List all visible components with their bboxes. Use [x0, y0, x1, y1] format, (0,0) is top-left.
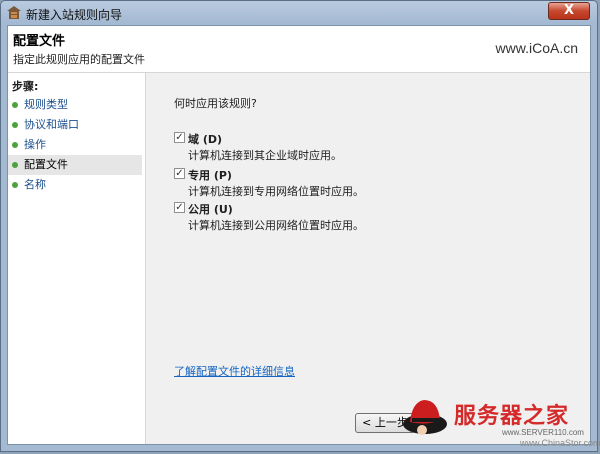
question-text: 何时应用该规则? [174, 97, 257, 110]
wizard-client: 配置文件 指定此规则应用的配置文件 www.iCoA.cn 步骤: 规则类型 协… [7, 25, 591, 445]
domain-description: 计算机连接到其企业域时应用。 [188, 149, 342, 162]
close-button[interactable]: X [548, 2, 590, 20]
step-label: 名称 [24, 178, 46, 191]
step-label: 配置文件 [24, 158, 68, 171]
steps-heading: 步骤: [12, 80, 39, 93]
logo-watermark: 服务器之家 www.SERVER110.com www.ChinaStor.co… [402, 394, 600, 452]
step-label: 规则类型 [24, 98, 68, 111]
domain-label[interactable]: 域 (D) [188, 131, 222, 147]
step-dot-icon [12, 182, 18, 188]
step-label: 协议和端口 [24, 118, 79, 131]
private-description: 计算机连接到专用网络位置时应用。 [188, 185, 364, 198]
window-title: 新建入站规则向导 [26, 8, 123, 22]
step-rule-type[interactable]: 规则类型 [8, 95, 142, 115]
wizard-header: 配置文件 指定此规则应用的配置文件 www.iCoA.cn [8, 26, 590, 73]
domain-checkbox[interactable]: ✓ [174, 132, 185, 143]
public-label[interactable]: 公用 (U) [188, 201, 233, 217]
step-label: 操作 [24, 138, 46, 151]
step-protocol-ports[interactable]: 协议和端口 [8, 115, 142, 135]
red-hat-logo-icon [403, 400, 447, 435]
step-profile[interactable]: 配置文件 [8, 155, 142, 175]
private-checkbox[interactable]: ✓ [174, 168, 185, 179]
step-name[interactable]: 名称 [8, 175, 142, 195]
site-watermark: www.iCoA.cn [495, 40, 578, 56]
logo-url-2: www.ChinaStor.com [520, 438, 600, 448]
page-subtitle: 指定此规则应用的配置文件 [13, 53, 145, 66]
content-panel: 何时应用该规则? ✓ 域 (D) 计算机连接到其企业域时应用。 ✓ 专用 (P)… [146, 73, 590, 444]
step-dot-icon [12, 102, 18, 108]
step-dot-icon [12, 142, 18, 148]
firewall-icon [7, 6, 21, 19]
logo-url-1: www.SERVER110.com [502, 428, 584, 437]
page-title: 配置文件 [13, 34, 66, 49]
profile-help-link[interactable]: 了解配置文件的详细信息 [174, 363, 295, 379]
step-dot-icon [12, 162, 18, 168]
step-dot-icon [12, 122, 18, 128]
steps-sidebar: 步骤: 规则类型 协议和端口 操作 配置文件 名称 [8, 73, 146, 444]
wizard-window: 新建入站规则向导 X 配置文件 指定此规则应用的配置文件 www.iCoA.cn… [0, 0, 598, 452]
title-bar[interactable]: 新建入站规则向导 X [1, 1, 597, 25]
step-action[interactable]: 操作 [8, 135, 142, 155]
logo-name: 服务器之家 [454, 404, 570, 429]
public-description: 计算机连接到公用网络位置时应用。 [188, 219, 364, 232]
private-label[interactable]: 专用 (P) [188, 167, 232, 183]
public-checkbox[interactable]: ✓ [174, 202, 185, 213]
